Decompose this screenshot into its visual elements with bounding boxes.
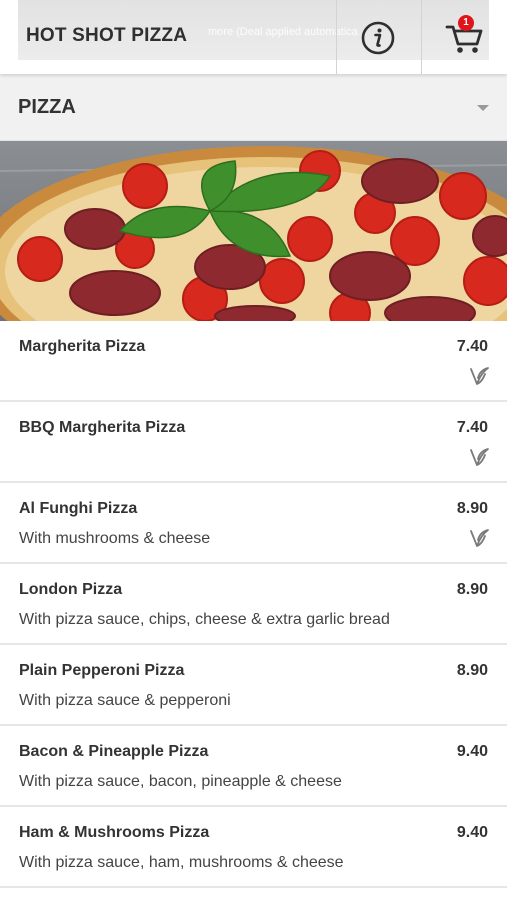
menu-item[interactable]: Bacon & Pineapple Pizza 9.40 With pizza sa… [0, 726, 507, 807]
menu-item[interactable]: London Pizza 8.90 With pizza sauce, chips,… [0, 564, 507, 645]
menu-item[interactable]: Ham & Mushrooms Pizza 9.40 With pizza sauc… [0, 807, 507, 888]
category-dropdown[interactable]: PIZZA [0, 74, 507, 141]
menu-item-description: With pizza sauce, ham, mushrooms & chees… [19, 854, 344, 871]
menu-item-price: 7.40 [456, 338, 488, 355]
app-header: more (Deal applied automatica HOT SHOT P… [0, 0, 507, 74]
menu-item-price: 8.90 [456, 500, 488, 517]
header-divider [336, 0, 337, 74]
menu-item[interactable]: Margherita Pizza 7.40 [0, 321, 507, 402]
menu-item-description: With mushrooms & cheese [19, 530, 211, 547]
header-divider [421, 0, 422, 74]
menu-item[interactable]: Al Funghi Pizza 8.90 With mushrooms & chee… [0, 483, 507, 564]
menu-item-name: Plain Pepperoni Pizza [19, 662, 185, 679]
vegetarian-leaf-icon [470, 367, 489, 385]
restaurant-name: HOT SHOT PIZZA [26, 25, 188, 46]
menu-item-price: 9.40 [456, 824, 488, 841]
menu-item-description: With pizza sauce & pepperoni [19, 692, 231, 709]
menu-item-name: Ham & Mushrooms Pizza [19, 824, 210, 841]
menu-item-price: 8.90 [456, 662, 488, 679]
menu-item-name: Al Funghi Pizza [19, 500, 138, 517]
menu-item-price: 8.90 [456, 581, 488, 598]
cart-button[interactable]: 1 [444, 15, 484, 56]
menu-item[interactable]: Plain Pepperoni Pizza 8.90 With pizza sauc… [0, 645, 507, 726]
menu-item-name: Margherita Pizza [19, 338, 146, 355]
vegetarian-leaf-icon [470, 529, 489, 547]
menu-item-description: With pizza sauce, bacon, pineapple & che… [19, 773, 342, 790]
chevron-down-icon [477, 105, 489, 111]
info-icon [361, 21, 395, 55]
menu-item-price: 7.40 [456, 419, 488, 436]
category-title: PIZZA [18, 96, 76, 118]
menu-item-name: BBQ Margherita Pizza [19, 419, 186, 436]
menu-item-price: 9.40 [456, 743, 488, 760]
info-button[interactable] [360, 20, 396, 56]
menu-item-name: London Pizza [19, 581, 123, 598]
cart-count-badge: 1 [458, 15, 474, 31]
menu-item-list: Margherita Pizza 7.40 BBQ Margherita Pizza… [0, 321, 507, 888]
menu-item-description: With pizza sauce, chips, cheese & extra … [19, 611, 390, 628]
vegetarian-leaf-icon [470, 448, 489, 466]
menu-item[interactable]: BBQ Margherita Pizza 7.40 [0, 402, 507, 483]
menu-item-name: Bacon & Pineapple Pizza [19, 743, 209, 760]
pizza-photo [0, 141, 507, 321]
